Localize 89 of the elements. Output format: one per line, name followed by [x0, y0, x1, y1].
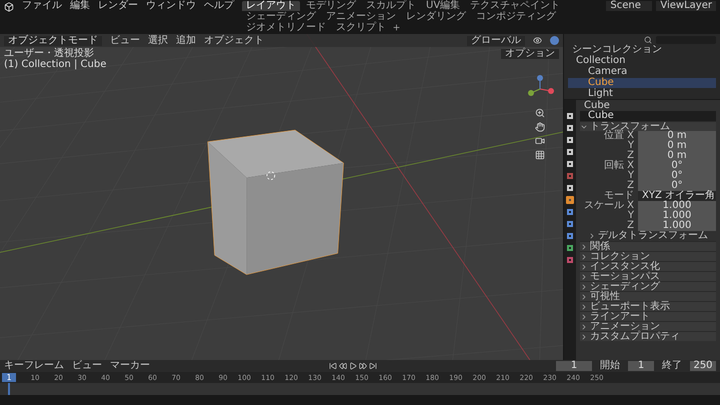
- rewind-icon[interactable]: [339, 362, 347, 370]
- mode-dropdown[interactable]: XYZ オイラー角: [638, 191, 716, 201]
- workspace-tab[interactable]: モデリング: [302, 1, 360, 11]
- field-label: モード: [603, 191, 634, 201]
- number-field[interactable]: 1.000: [638, 221, 716, 231]
- panel-header[interactable]: 関係: [590, 242, 610, 252]
- number-field[interactable]: 0 m: [638, 131, 716, 141]
- context-label: (1) Collection | Cube: [4, 60, 106, 70]
- disclosure-caret-icon[interactable]: [580, 272, 588, 280]
- menu-item[interactable]: 編集: [70, 1, 90, 11]
- field-label: 回転 X: [602, 161, 634, 171]
- disclosure-caret-icon[interactable]: [580, 252, 588, 260]
- viewport-menu-item[interactable]: 選択: [148, 36, 168, 46]
- start-frame-field[interactable]: 1: [628, 361, 654, 371]
- number-field[interactable]: 0 m: [638, 141, 716, 151]
- view-layer-field[interactable]: ViewLayer: [656, 1, 716, 11]
- outliner-collection-item[interactable]: Collection: [568, 56, 716, 66]
- disclosure-caret-icon[interactable]: [580, 332, 588, 340]
- shading-mode-icon[interactable]: [550, 36, 559, 45]
- number-field[interactable]: 1.000: [638, 201, 716, 211]
- workspace-tab[interactable]: アニメーション: [322, 12, 400, 22]
- field-label: Y: [626, 211, 634, 221]
- current-frame-field[interactable]: 1: [556, 361, 592, 371]
- orientation-dropdown[interactable]: グローバル: [467, 36, 525, 46]
- field-label: Z: [626, 151, 634, 161]
- field-label: Z: [626, 221, 634, 231]
- object-name-field[interactable]: Cube: [580, 111, 716, 121]
- number-field[interactable]: 0°: [638, 181, 716, 191]
- disclosure-caret-icon[interactable]: [580, 322, 588, 330]
- hand-icon[interactable]: [535, 122, 545, 132]
- viewport-menu-item[interactable]: オブジェクト: [204, 36, 264, 46]
- disclosure-caret-icon[interactable]: [580, 282, 588, 290]
- menu-item[interactable]: レンダー: [98, 1, 138, 11]
- disclosure-caret-icon[interactable]: [580, 262, 588, 270]
- options-dropdown[interactable]: オプション: [501, 49, 559, 59]
- viewport-menu-item[interactable]: 追加: [176, 36, 196, 46]
- workspace-tab[interactable]: シェーディング: [242, 12, 320, 22]
- field-label: Z: [626, 181, 634, 191]
- outliner-item[interactable]: Light: [568, 89, 716, 99]
- zoom-icon[interactable]: [535, 108, 545, 118]
- timeline-menu-item[interactable]: マーカー: [110, 361, 150, 371]
- number-field[interactable]: 0 m: [638, 151, 716, 161]
- field-label: スケール X: [582, 201, 634, 211]
- field-label: Y: [626, 141, 634, 151]
- timeline-menu-item[interactable]: ビュー: [72, 361, 102, 371]
- workspace-tab[interactable]: レイアウト: [242, 1, 300, 11]
- disclosure-caret-icon[interactable]: [580, 292, 588, 300]
- playhead-frame[interactable]: 1: [2, 373, 16, 382]
- 3d-cursor-icon: [266, 171, 276, 180]
- start-label: 開始: [600, 361, 620, 371]
- end-frame-field[interactable]: 250: [690, 361, 716, 371]
- add-workspace-icon[interactable]: [392, 23, 401, 32]
- scene-field[interactable]: Scene: [606, 1, 652, 11]
- end-label: 終了: [662, 361, 682, 371]
- disclosure-caret-icon[interactable]: [580, 312, 588, 320]
- workspace-tab[interactable]: スクリプト: [332, 23, 390, 33]
- timeline-menu-item[interactable]: キーフレーム: [4, 361, 64, 371]
- menu-item[interactable]: ウィンドウ: [146, 1, 196, 11]
- object-name-label: Cube: [583, 101, 610, 111]
- disclosure-caret-icon[interactable]: [580, 302, 588, 310]
- search-icon[interactable]: [644, 36, 652, 44]
- field-label: Y: [626, 171, 634, 181]
- number-field[interactable]: 1.000: [638, 211, 716, 221]
- visibility-icon[interactable]: [533, 36, 542, 45]
- menu-item[interactable]: ファイル: [22, 1, 62, 11]
- mode-dropdown[interactable]: オブジェクトモード: [4, 36, 102, 46]
- disclosure-caret-icon[interactable]: [580, 242, 588, 250]
- workspace-tab[interactable]: UV編集: [422, 1, 464, 11]
- outliner-root-item[interactable]: シーンコレクション: [568, 45, 716, 55]
- workspace-tab[interactable]: テクスチャペイント: [466, 1, 564, 11]
- workspace-tab[interactable]: ジオメトリノード: [242, 23, 330, 33]
- disclosure-caret-icon[interactable]: [588, 232, 596, 240]
- workspace-tab[interactable]: レンダリング: [402, 12, 470, 22]
- outliner-item[interactable]: Camera: [568, 67, 716, 77]
- jump-end-icon[interactable]: [369, 362, 377, 370]
- camera-icon[interactable]: [535, 136, 545, 146]
- subpanel-header[interactable]: デルタトランスフォーム: [598, 231, 708, 241]
- cube-drawing[interactable]: [208, 130, 344, 275]
- workspace-tab[interactable]: コンポジティング: [472, 12, 560, 22]
- grid-icon[interactable]: [535, 150, 545, 160]
- jump-start-icon[interactable]: [329, 362, 337, 370]
- number-field[interactable]: 0°: [638, 171, 716, 181]
- number-field[interactable]: 0°: [638, 161, 716, 171]
- viewport-menu-item[interactable]: ビュー: [110, 36, 140, 46]
- play-icon[interactable]: [349, 362, 357, 370]
- fast-forward-icon[interactable]: [359, 362, 367, 370]
- field-label: 位置 X: [604, 131, 634, 141]
- outliner-item[interactable]: Cube: [568, 78, 716, 88]
- view-name-label: ユーザー・透視投影: [4, 49, 95, 59]
